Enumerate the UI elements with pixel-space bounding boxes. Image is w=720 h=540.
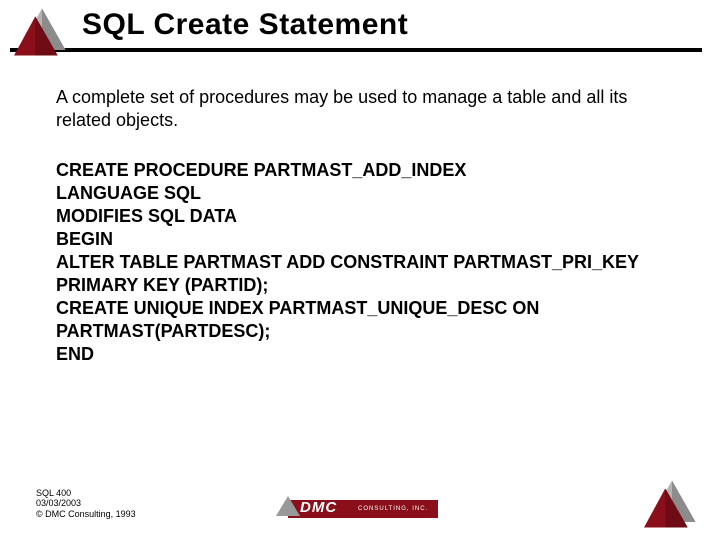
page-title: SQL Create Statement (82, 8, 720, 42)
footer-course: SQL 400 (36, 488, 136, 499)
sql-code-block: CREATE PROCEDURE PARTMAST_ADD_INDEX LANG… (56, 159, 660, 366)
footer-copyright: DMC Consulting, 1993 (36, 509, 136, 520)
footer-date: 03/03/2003 (36, 498, 136, 509)
brand-logo-icon (640, 476, 704, 532)
brand-logo-icon (14, 4, 70, 60)
dmc-logo-text: DMC (300, 499, 337, 516)
dmc-logo-sub: CONSULTING, INC. (358, 506, 428, 512)
title-rule (10, 48, 702, 52)
intro-text: A complete set of procedures may be used… (56, 86, 660, 131)
footer-meta: SQL 400 03/03/2003 DMC Consulting, 1993 (36, 488, 136, 520)
dmc-logo: DMC CONSULTING, INC. (276, 494, 446, 522)
